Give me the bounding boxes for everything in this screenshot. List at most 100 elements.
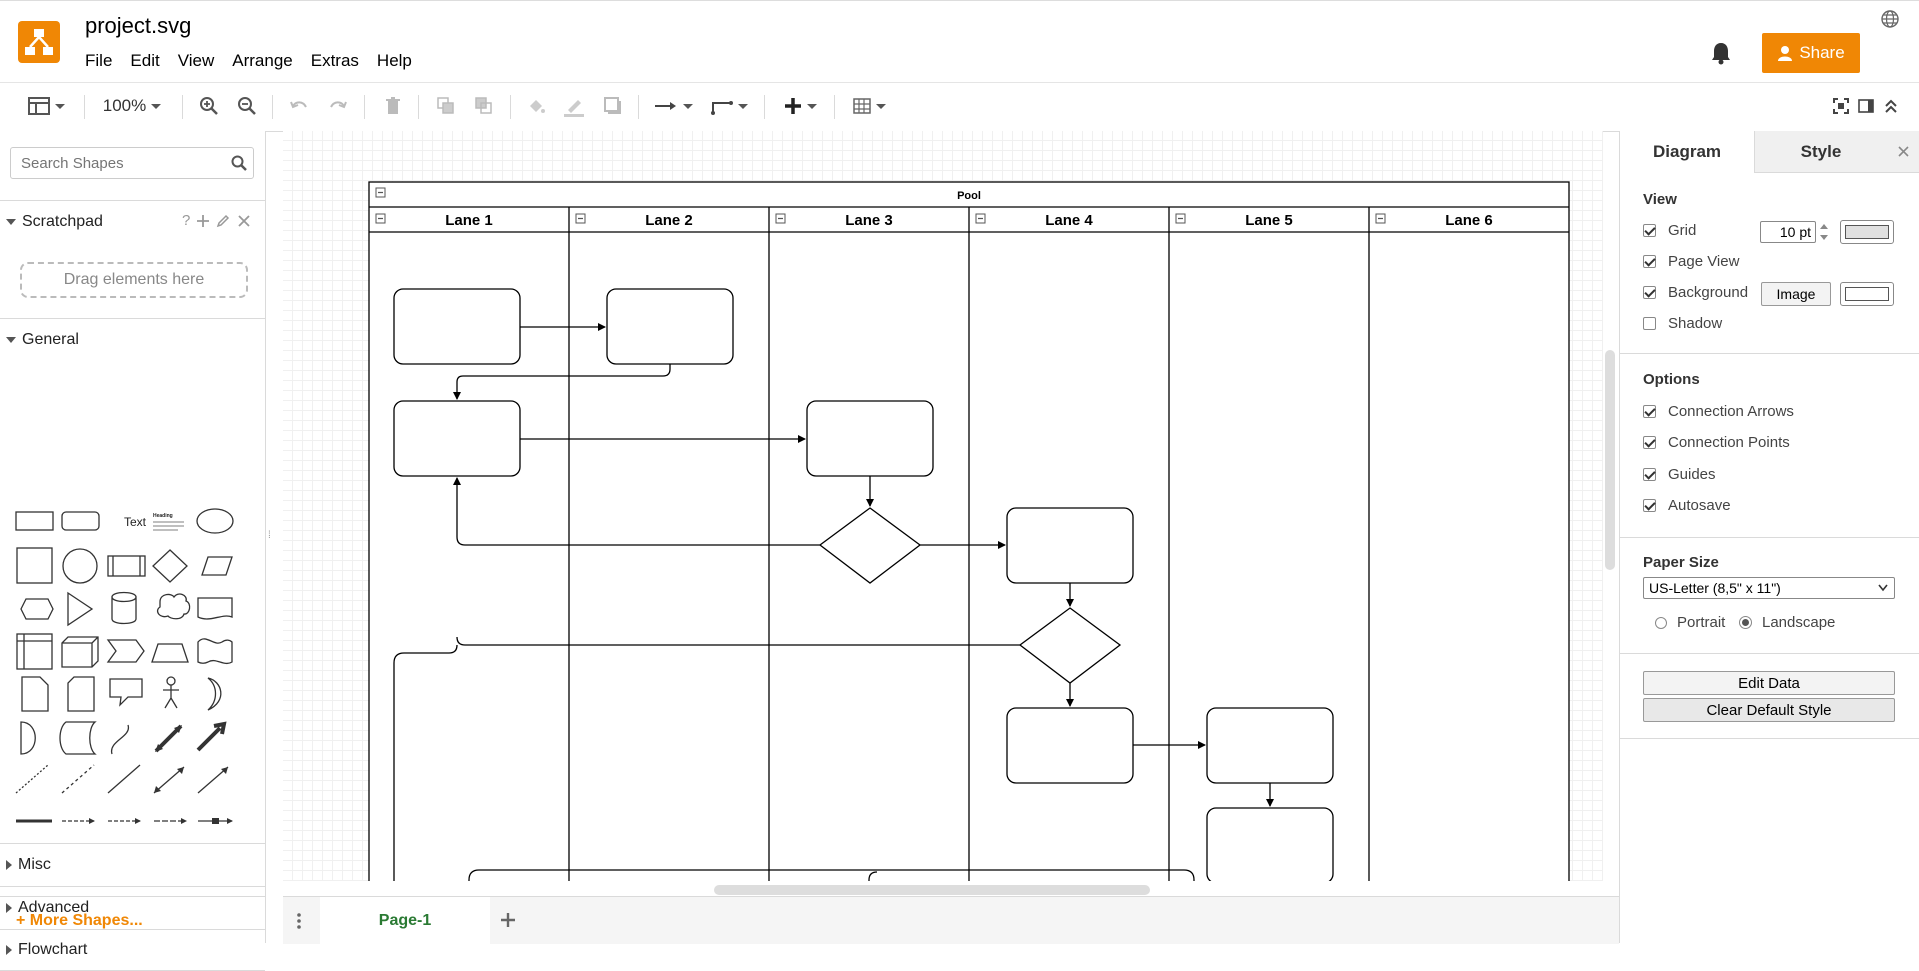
search-icon[interactable]: [231, 155, 247, 171]
background-image-button[interactable]: Image: [1761, 282, 1831, 306]
lane-2-title: Lane 2: [645, 212, 693, 229]
view-toggle-button[interactable]: [22, 93, 70, 119]
scratchpad-drop-zone[interactable]: Drag elements here: [20, 262, 248, 298]
insert-dropdown[interactable]: [779, 93, 821, 119]
dotted-line-shape: [61, 764, 95, 794]
vertical-scrollbar[interactable]: [1605, 350, 1615, 570]
connection-points-checkbox[interactable]: [1643, 436, 1656, 449]
grid-size-input[interactable]: [1760, 221, 1816, 243]
portrait-option[interactable]: Portrait: [1655, 614, 1725, 631]
notification-bell-icon[interactable]: [1710, 41, 1732, 68]
table-dropdown[interactable]: [848, 93, 890, 119]
shadow-icon[interactable]: [600, 93, 626, 119]
grid-color-swatch[interactable]: [1840, 220, 1894, 244]
more-shapes-link[interactable]: + More Shapes...: [16, 912, 143, 930]
edit-data-button[interactable]: Edit Data: [1643, 671, 1895, 695]
landscape-radio[interactable]: [1739, 616, 1752, 629]
edit-pencil-icon[interactable]: [216, 214, 230, 228]
page-tabs-bar: Page-1: [283, 896, 1619, 944]
menu-help[interactable]: Help: [377, 51, 412, 71]
connection-arrows-label: Connection Arrows: [1668, 403, 1794, 420]
delete-icon[interactable]: [380, 93, 406, 119]
tab-style[interactable]: Style: [1754, 131, 1887, 173]
background-label: Background: [1668, 284, 1749, 301]
portrait-radio[interactable]: [1655, 616, 1667, 629]
menu-view[interactable]: View: [178, 51, 215, 71]
to-back-icon[interactable]: [471, 93, 497, 119]
add-page-icon[interactable]: [500, 912, 516, 928]
guides-label: Guides: [1668, 466, 1716, 483]
delay-shape: [20, 721, 36, 755]
connection-arrows-checkbox[interactable]: [1643, 405, 1656, 418]
portrait-label: Portrait: [1677, 614, 1726, 631]
format-panel: Diagram Style View Grid Page View Backgr…: [1619, 131, 1919, 943]
connection-points-option[interactable]: Connection Points: [1643, 434, 1790, 451]
background-checkbox[interactable]: [1643, 286, 1656, 299]
parallelogram-shape: [201, 556, 233, 576]
menu-edit[interactable]: Edit: [130, 51, 159, 71]
shadow-checkbox[interactable]: [1643, 317, 1656, 330]
flowchart-header[interactable]: Flowchart: [0, 929, 265, 971]
fill-color-icon[interactable]: [523, 93, 549, 119]
diagram-canvas[interactable]: Pool Lane 1 Lane 2 Lane 3 Lane 4 Lane 5 …: [283, 131, 1603, 881]
background-color-swatch[interactable]: [1840, 282, 1894, 306]
waypoints-dropdown[interactable]: [708, 93, 750, 119]
autosave-option[interactable]: Autosave: [1643, 497, 1731, 514]
grid-checkbox[interactable]: [1643, 224, 1656, 237]
add-icon[interactable]: [197, 215, 209, 227]
shadow-option[interactable]: Shadow: [1643, 315, 1722, 332]
general-header[interactable]: General: [0, 318, 265, 360]
guides-option[interactable]: Guides: [1643, 466, 1716, 483]
general-shapes-palette[interactable]: Text Heading: [0, 361, 265, 831]
connection-arrows-option[interactable]: Connection Arrows: [1643, 403, 1794, 420]
scratchpad-header[interactable]: Scratchpad ?: [0, 200, 265, 242]
toolbar: 100%: [0, 82, 1919, 132]
lane-3-title: Lane 3: [845, 212, 893, 229]
file-title[interactable]: project.svg: [85, 13, 191, 39]
misc-header[interactable]: Misc: [0, 843, 265, 885]
sidebar-splitter-handle[interactable]: ⁞: [268, 530, 271, 541]
paper-size-select[interactable]: US-Letter (8,5" x 11"): [1643, 577, 1895, 599]
menu-extras[interactable]: Extras: [311, 51, 359, 71]
scratchpad-help[interactable]: ?: [182, 212, 190, 229]
card-shape: [67, 676, 95, 712]
view-heading: View: [1643, 191, 1677, 208]
expand-triangle-icon: [6, 336, 16, 343]
page-view-option[interactable]: Page View: [1643, 253, 1739, 270]
to-front-icon[interactable]: [433, 93, 459, 119]
guides-checkbox[interactable]: [1643, 468, 1656, 481]
close-icon[interactable]: [238, 215, 250, 227]
language-globe-icon[interactable]: [1880, 9, 1900, 32]
undo-icon[interactable]: [286, 93, 312, 119]
page-tab-page-1[interactable]: Page-1: [320, 897, 490, 944]
horizontal-scrollbar[interactable]: [714, 885, 1150, 895]
search-shapes-input[interactable]: [19, 154, 223, 173]
close-icon[interactable]: [1898, 146, 1909, 157]
fullscreen-icon[interactable]: [1830, 93, 1852, 119]
menu-arrange[interactable]: Arrange: [232, 51, 292, 71]
redo-icon[interactable]: [325, 93, 351, 119]
actor-shape: [166, 676, 176, 686]
format-panel-toggle-icon[interactable]: [1855, 93, 1877, 119]
zoom-in-icon[interactable]: [196, 93, 222, 119]
zoom-out-icon[interactable]: [234, 93, 260, 119]
clear-default-style-button[interactable]: Clear Default Style: [1643, 698, 1895, 722]
pages-menu-icon[interactable]: [297, 912, 301, 930]
lane-1-title: Lane 1: [445, 212, 493, 229]
background-option[interactable]: Background: [1643, 284, 1748, 301]
line-color-icon[interactable]: [561, 93, 587, 119]
table-icon: [852, 98, 871, 114]
landscape-option[interactable]: Landscape: [1739, 614, 1835, 631]
tab-diagram[interactable]: Diagram: [1620, 131, 1754, 173]
page-view-checkbox[interactable]: [1643, 255, 1656, 268]
menu-file[interactable]: File: [85, 51, 112, 71]
collapse-header-icon[interactable]: [1880, 93, 1902, 119]
share-button[interactable]: Share: [1762, 33, 1860, 73]
connection-style-dropdown[interactable]: [652, 93, 694, 119]
zoom-dropdown[interactable]: 100%: [96, 93, 168, 119]
grid-option[interactable]: Grid: [1643, 222, 1696, 239]
pool-title: Pool: [957, 190, 981, 202]
autosave-checkbox[interactable]: [1643, 499, 1656, 512]
drawio-logo[interactable]: [18, 21, 60, 63]
grid-size-spinner[interactable]: [1818, 220, 1830, 244]
